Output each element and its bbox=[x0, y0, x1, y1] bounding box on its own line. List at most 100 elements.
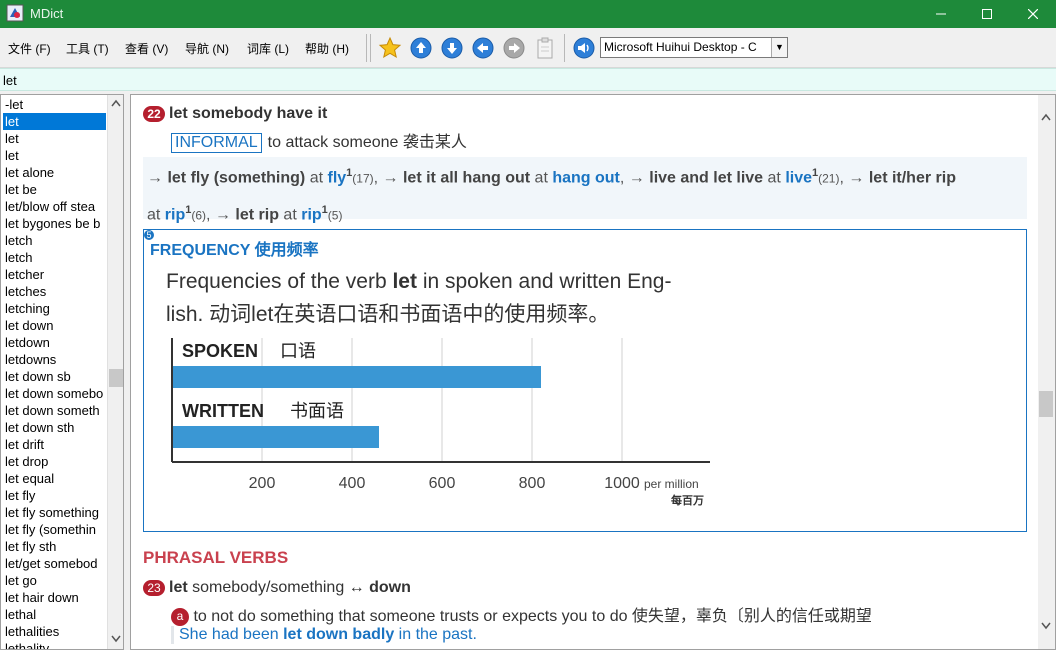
scroll-up-icon[interactable] bbox=[111, 99, 121, 107]
word-list-item[interactable]: let alone bbox=[3, 164, 106, 181]
minimize-button[interactable] bbox=[918, 0, 964, 28]
example-pre: She had been bbox=[179, 626, 284, 643]
word-list-item[interactable]: letcher bbox=[3, 266, 106, 283]
mdict-app-icon bbox=[6, 4, 24, 22]
xref-link[interactable]: rip bbox=[301, 207, 321, 224]
word-list-item[interactable]: let bbox=[3, 113, 106, 130]
word-list-item[interactable]: let/blow off stea bbox=[3, 198, 106, 215]
word-list-item[interactable]: let bygones be b bbox=[3, 215, 106, 232]
menu-help[interactable]: 帮助 (H) bbox=[305, 40, 349, 57]
search-input[interactable] bbox=[3, 71, 1043, 89]
word-list-item[interactable]: let down sb bbox=[3, 368, 106, 385]
word-list-item[interactable]: let drift bbox=[3, 436, 106, 453]
arrow-down-icon[interactable] bbox=[440, 36, 464, 60]
word-list-item[interactable]: let equal bbox=[3, 470, 106, 487]
entry-23-rest: somebody/something bbox=[192, 579, 345, 596]
category-label: WRITTEN bbox=[182, 401, 264, 421]
frequency-caption-line2: lish. 动词let在英语口语和书面语中的使用频率。 bbox=[166, 303, 610, 326]
scrollbar-thumb[interactable] bbox=[1039, 391, 1053, 417]
maximize-button[interactable] bbox=[964, 0, 1010, 28]
word-list-item[interactable]: let drop bbox=[3, 453, 106, 470]
word-list-item[interactable]: let fly sth bbox=[3, 538, 106, 555]
menu-view[interactable]: 查看 (V) bbox=[125, 40, 168, 57]
content-scrollbar[interactable] bbox=[1038, 95, 1055, 649]
x-tick-label: 200 bbox=[249, 475, 276, 492]
word-list-item[interactable]: letches bbox=[3, 283, 106, 300]
xref-sep: , bbox=[619, 169, 625, 187]
word-list-item[interactable]: let go bbox=[3, 572, 106, 589]
scroll-down-icon[interactable] bbox=[111, 635, 121, 643]
word-list-item[interactable]: let down sth bbox=[3, 419, 106, 436]
word-list-item[interactable]: let bbox=[3, 147, 106, 164]
xref-arrow: → bbox=[848, 169, 865, 187]
word-list-item[interactable]: -let bbox=[3, 96, 106, 113]
xref-link[interactable]: live bbox=[785, 169, 812, 186]
word-list-item[interactable]: letch bbox=[3, 232, 106, 249]
word-list-item[interactable]: let fly (somethin bbox=[3, 521, 106, 538]
xref-at: at bbox=[283, 206, 297, 224]
maximize-icon bbox=[982, 9, 992, 19]
entry-22-bold: let bbox=[169, 105, 188, 122]
example-post: in the past. bbox=[394, 626, 477, 643]
menu-library[interactable]: 词库 (L) bbox=[247, 40, 289, 57]
bar bbox=[172, 426, 379, 448]
xref-link[interactable]: rip bbox=[165, 207, 185, 224]
dictionary-select[interactable]: Microsoft Huihui Desktop - C ▼ bbox=[600, 37, 788, 58]
scroll-down-icon[interactable] bbox=[1041, 622, 1051, 630]
entry-23-sense: a to not do something that someone trust… bbox=[171, 602, 872, 626]
x-axis-unit-cn: 每百万 bbox=[671, 493, 704, 507]
word-list-item[interactable]: letdown bbox=[3, 334, 106, 351]
word-list-item[interactable]: letching bbox=[3, 300, 106, 317]
entry-22-rest: somebody have it bbox=[192, 105, 328, 122]
xref-phrase: let fly (something) bbox=[167, 169, 306, 187]
entry-23-bold: let bbox=[169, 579, 188, 596]
clipboard-icon[interactable] bbox=[533, 36, 557, 60]
word-list-item[interactable]: lethalities bbox=[3, 623, 106, 640]
search-bar bbox=[0, 68, 1056, 91]
word-list-item[interactable]: let down somebo bbox=[3, 385, 106, 402]
menu-file[interactable]: 文件 (F) bbox=[8, 40, 51, 57]
xref-count: (5) bbox=[327, 208, 343, 223]
word-list-item[interactable]: let/get somebod bbox=[3, 555, 106, 572]
toolbar-separator bbox=[370, 34, 371, 62]
minimize-icon bbox=[936, 13, 946, 15]
xref-at: at bbox=[309, 169, 324, 187]
star-icon[interactable] bbox=[378, 36, 402, 60]
scroll-up-icon[interactable] bbox=[1041, 113, 1051, 121]
word-list-item[interactable]: let fly something bbox=[3, 504, 106, 521]
chevron-down-icon[interactable]: ▼ bbox=[771, 38, 787, 57]
category-label: SPOKEN bbox=[182, 341, 258, 361]
xref-link[interactable]: hang out bbox=[552, 169, 620, 186]
word-list-item[interactable]: letdowns bbox=[3, 351, 106, 368]
x-tick-label: 600 bbox=[429, 475, 456, 492]
window-title: MDict bbox=[30, 6, 64, 21]
scrollbar-thumb[interactable] bbox=[109, 369, 123, 387]
word-list-item[interactable]: let down bbox=[3, 317, 106, 334]
word-list-item[interactable]: letch bbox=[3, 249, 106, 266]
word-list-item[interactable]: lethality bbox=[3, 640, 106, 649]
word-list-item[interactable]: lethal bbox=[3, 606, 106, 623]
word-list-item[interactable]: let bbox=[3, 130, 106, 147]
arrow-forward-icon[interactable] bbox=[502, 36, 526, 60]
close-button[interactable] bbox=[1010, 0, 1056, 28]
arrow-back-icon[interactable] bbox=[471, 36, 495, 60]
word-list-scrollbar[interactable] bbox=[107, 95, 123, 649]
arrow-up-icon[interactable] bbox=[409, 36, 433, 60]
menu-tools[interactable]: 工具 (T) bbox=[66, 40, 109, 57]
phrasal-verbs-heading: PHRASAL VERBS bbox=[143, 548, 289, 567]
toolbar-separator bbox=[366, 34, 367, 62]
word-list-item[interactable]: let down someth bbox=[3, 402, 106, 419]
xref-link[interactable]: fly bbox=[327, 169, 346, 186]
menu-navigate[interactable]: 导航 (N) bbox=[185, 40, 229, 57]
xref-count: (6) bbox=[191, 208, 207, 223]
xref-phrase: let rip bbox=[235, 206, 279, 224]
entry-22-sense: INFORMAL to attack someone 袭击某人 bbox=[171, 128, 467, 153]
xref-sep: , bbox=[373, 169, 379, 187]
title-bar: MDict bbox=[0, 0, 1056, 28]
entry-23-definition: to not do something that someone trusts … bbox=[193, 608, 872, 625]
xref-arrow: → bbox=[214, 206, 231, 224]
word-list-item[interactable]: let fly bbox=[3, 487, 106, 504]
word-list-item[interactable]: let be bbox=[3, 181, 106, 198]
word-list-item[interactable]: let hair down bbox=[3, 589, 106, 606]
speaker-icon[interactable] bbox=[572, 36, 596, 60]
